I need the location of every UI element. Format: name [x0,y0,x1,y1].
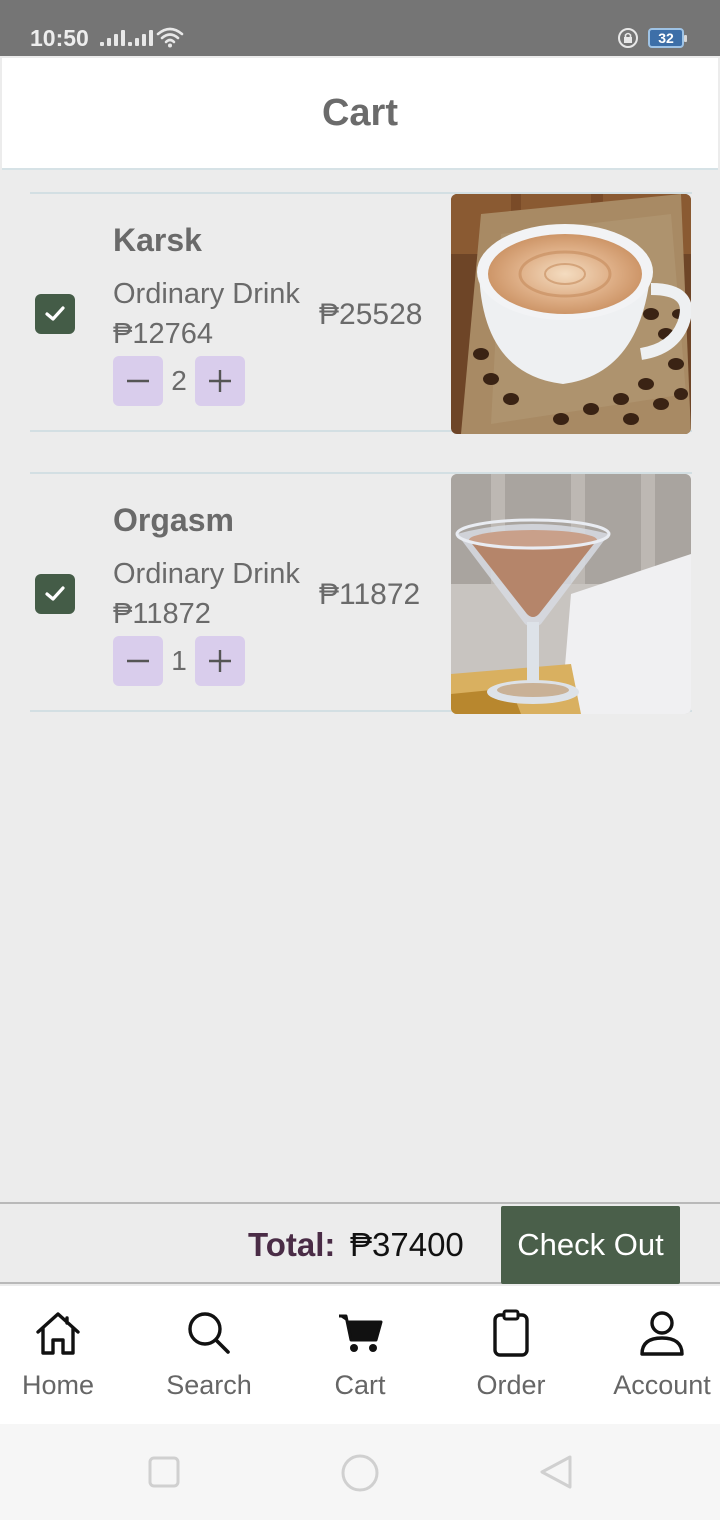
search-icon [186,1308,232,1358]
nav-label-account: Account [613,1370,711,1400]
home-icon [34,1308,82,1358]
item-category: Ordinary Drink [113,278,300,310]
quantity-value: 1 [171,645,187,676]
quantity-value: 2 [171,365,187,396]
item-unit-price: ₱12764 [113,318,213,350]
home-system-icon[interactable] [340,1453,380,1493]
item-name: Orgasm [113,502,234,538]
nav-item-home[interactable]: Home [0,1286,133,1424]
total-value: ₱37400 [350,1226,464,1263]
minus-icon [127,659,149,663]
status-time: 10:50 [30,25,89,51]
check-icon [45,306,65,321]
nav-label-cart: Cart [334,1370,386,1400]
page-title: Cart [321,91,399,134]
item-checkbox[interactable] [35,294,75,334]
nav-label-order: Order [476,1370,546,1400]
cart-item: Karsk Ordinary Drink ₱12764 ₱25528 2 [30,192,692,434]
increment-button[interactable] [195,636,245,686]
item-category: Ordinary Drink [113,558,300,590]
plus-icon [209,370,231,392]
plus-icon [209,650,231,672]
bottom-nav: Home Search Cart Order Account [0,1286,720,1424]
clipboard-icon [491,1308,531,1358]
nav-item-account[interactable]: Account [587,1286,720,1424]
recent-apps-icon[interactable] [148,1456,180,1488]
system-nav-bar [0,1424,720,1520]
product-image-coffee [451,194,691,434]
quantity-stepper: 1 [113,636,245,686]
cart-item: Orgasm Ordinary Drink ₱11872 ₱11872 1 [30,472,692,714]
item-name: Karsk [113,222,202,258]
battery-icon: 32 [648,28,687,48]
total-label: Total: [248,1226,336,1263]
minus-icon [127,379,149,383]
item-line-total: ₱11872 [319,578,421,611]
check-icon [45,586,65,601]
quantity-stepper: 2 [113,356,245,406]
user-icon [639,1308,685,1358]
product-image-cocktail [451,474,691,714]
status-bar: 10:50 32 [0,0,720,56]
item-checkbox[interactable] [35,574,75,614]
nav-item-order[interactable]: Order [436,1286,586,1424]
rotation-lock-icon [618,28,638,48]
checkout-button[interactable]: Check Out [501,1206,680,1284]
item-line-total: ₱25528 [319,298,423,331]
signal-icon [100,30,125,46]
decrement-button[interactable] [113,356,163,406]
cart-icon [337,1308,383,1358]
nav-item-search[interactable]: Search [134,1286,284,1424]
signal-icon-2 [128,30,153,46]
nav-label-search: Search [166,1370,252,1400]
increment-button[interactable] [195,356,245,406]
nav-item-cart[interactable]: Cart [285,1286,435,1424]
wifi-icon [156,27,184,48]
nav-label-home: Home [21,1370,95,1400]
total-bar: Total: ₱37400 Check Out [0,1202,720,1284]
item-unit-price: ₱11872 [113,598,211,630]
decrement-button[interactable] [113,636,163,686]
app-bar: Cart [2,58,718,170]
back-icon[interactable] [538,1454,574,1490]
